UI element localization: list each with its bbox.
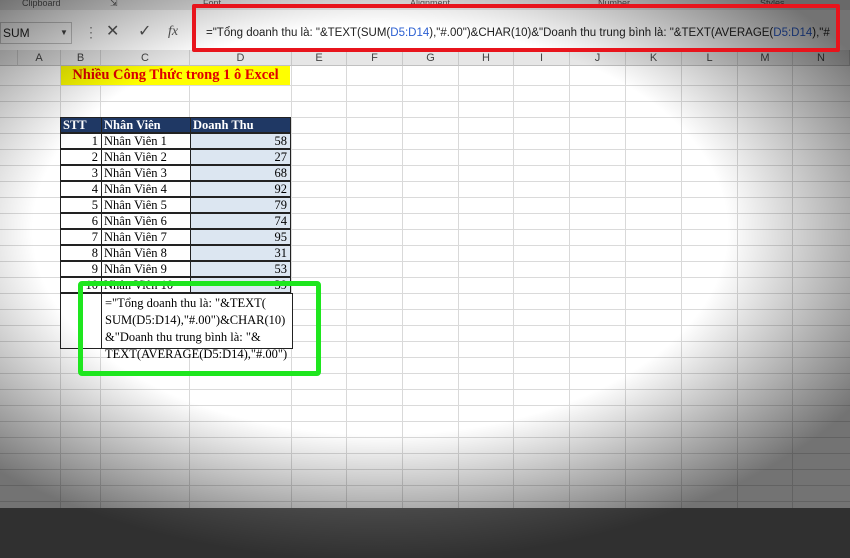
chevron-down-icon[interactable]: ▼	[60, 28, 68, 37]
table-cell-name[interactable]: Nhân Viên 1	[101, 133, 191, 149]
grid-line-horizontal	[0, 85, 850, 86]
insert-function-button[interactable]: fx	[168, 23, 178, 41]
table-cell-revenue[interactable]: 31	[190, 245, 291, 261]
grid-line-horizontal	[0, 501, 850, 502]
enter-button[interactable]: ✓	[138, 23, 151, 41]
table-cell-stt[interactable]: 8	[60, 245, 102, 261]
table-cell-name[interactable]: Nhân Viên 3	[101, 165, 191, 181]
table-cell-revenue[interactable]: 95	[190, 229, 291, 245]
table-cell-stt[interactable]: 1	[60, 133, 102, 149]
table-cell-revenue[interactable]: 68	[190, 165, 291, 181]
column-header-l[interactable]: L	[682, 50, 738, 66]
table-cell-revenue[interactable]: 58	[190, 133, 291, 149]
table-cell-stt[interactable]: 4	[60, 181, 102, 197]
table-cell-name[interactable]: Nhân Viên 9	[101, 261, 191, 277]
table-cell-name[interactable]: Nhân Viên 4	[101, 181, 191, 197]
grid-line-horizontal	[0, 469, 850, 470]
table-cell-stt[interactable]: 3	[60, 165, 102, 181]
ribbon-group-clipboard: Clipboard	[22, 0, 61, 8]
worksheet-grid[interactable]: ABCDEFGHIJKLMN Nhiều Công Thức trong 1 ô…	[0, 50, 850, 508]
table-header-cell[interactable]: Nhân Viên	[101, 117, 191, 133]
grid-line-horizontal	[0, 389, 850, 390]
column-header-n[interactable]: N	[793, 50, 850, 66]
table-cell-name[interactable]: Nhân Viên 8	[101, 245, 191, 261]
sheet-title[interactable]: Nhiều Công Thức trong 1 ô Excel	[61, 66, 290, 85]
dialog-launcher-icon[interactable]: ⇲	[110, 0, 118, 9]
table-cell-stt[interactable]: 2	[60, 149, 102, 165]
table-cell-revenue[interactable]: 74	[190, 213, 291, 229]
table-cell-revenue[interactable]: 92	[190, 181, 291, 197]
grid-line-horizontal	[0, 437, 850, 438]
column-header-m[interactable]: M	[738, 50, 793, 66]
formula-bar-highlight	[192, 4, 840, 52]
table-cell-stt[interactable]: 6	[60, 213, 102, 229]
column-header-e[interactable]: E	[292, 50, 347, 66]
table-header-cell[interactable]: Doanh Thu	[190, 117, 291, 133]
grid-line-horizontal	[0, 485, 850, 486]
table-cell-stt[interactable]: 7	[60, 229, 102, 245]
x-icon: ✕	[106, 23, 120, 40]
column-header-f[interactable]: F	[347, 50, 403, 66]
grid-line-horizontal	[0, 453, 850, 454]
column-header-h[interactable]: H	[459, 50, 514, 66]
table-cell-stt[interactable]: 9	[60, 261, 102, 277]
column-header-k[interactable]: K	[626, 50, 682, 66]
table-cell-stt[interactable]: 5	[60, 197, 102, 213]
more-options-icon[interactable]: ⋮	[84, 23, 98, 41]
column-header-j[interactable]: J	[570, 50, 626, 66]
column-header-b[interactable]: B	[61, 50, 101, 66]
table-cell-revenue[interactable]: 53	[190, 261, 291, 277]
table-cell-name[interactable]: Nhân Viên 2	[101, 149, 191, 165]
editing-cell-highlight	[78, 281, 321, 376]
select-all-corner[interactable]	[0, 50, 18, 66]
grid-line-horizontal	[0, 405, 850, 406]
column-header-i[interactable]: I	[514, 50, 570, 66]
table-cell-revenue[interactable]: 27	[190, 149, 291, 165]
grid-line-horizontal	[0, 421, 850, 422]
cancel-button[interactable]: ✕	[106, 23, 119, 41]
check-icon: ✓	[138, 23, 152, 40]
table-cell-name[interactable]: Nhân Viên 6	[101, 213, 191, 229]
column-header-c[interactable]: C	[101, 50, 190, 66]
table-cell-name[interactable]: Nhân Viên 7	[101, 229, 191, 245]
table-header-cell[interactable]: STT	[60, 117, 102, 133]
column-header-a[interactable]: A	[18, 50, 61, 66]
grid-line-horizontal	[0, 101, 850, 102]
table-cell-revenue[interactable]: 79	[190, 197, 291, 213]
column-header-d[interactable]: D	[190, 50, 292, 66]
table-cell-name[interactable]: Nhân Viên 5	[101, 197, 191, 213]
column-header-g[interactable]: G	[403, 50, 459, 66]
